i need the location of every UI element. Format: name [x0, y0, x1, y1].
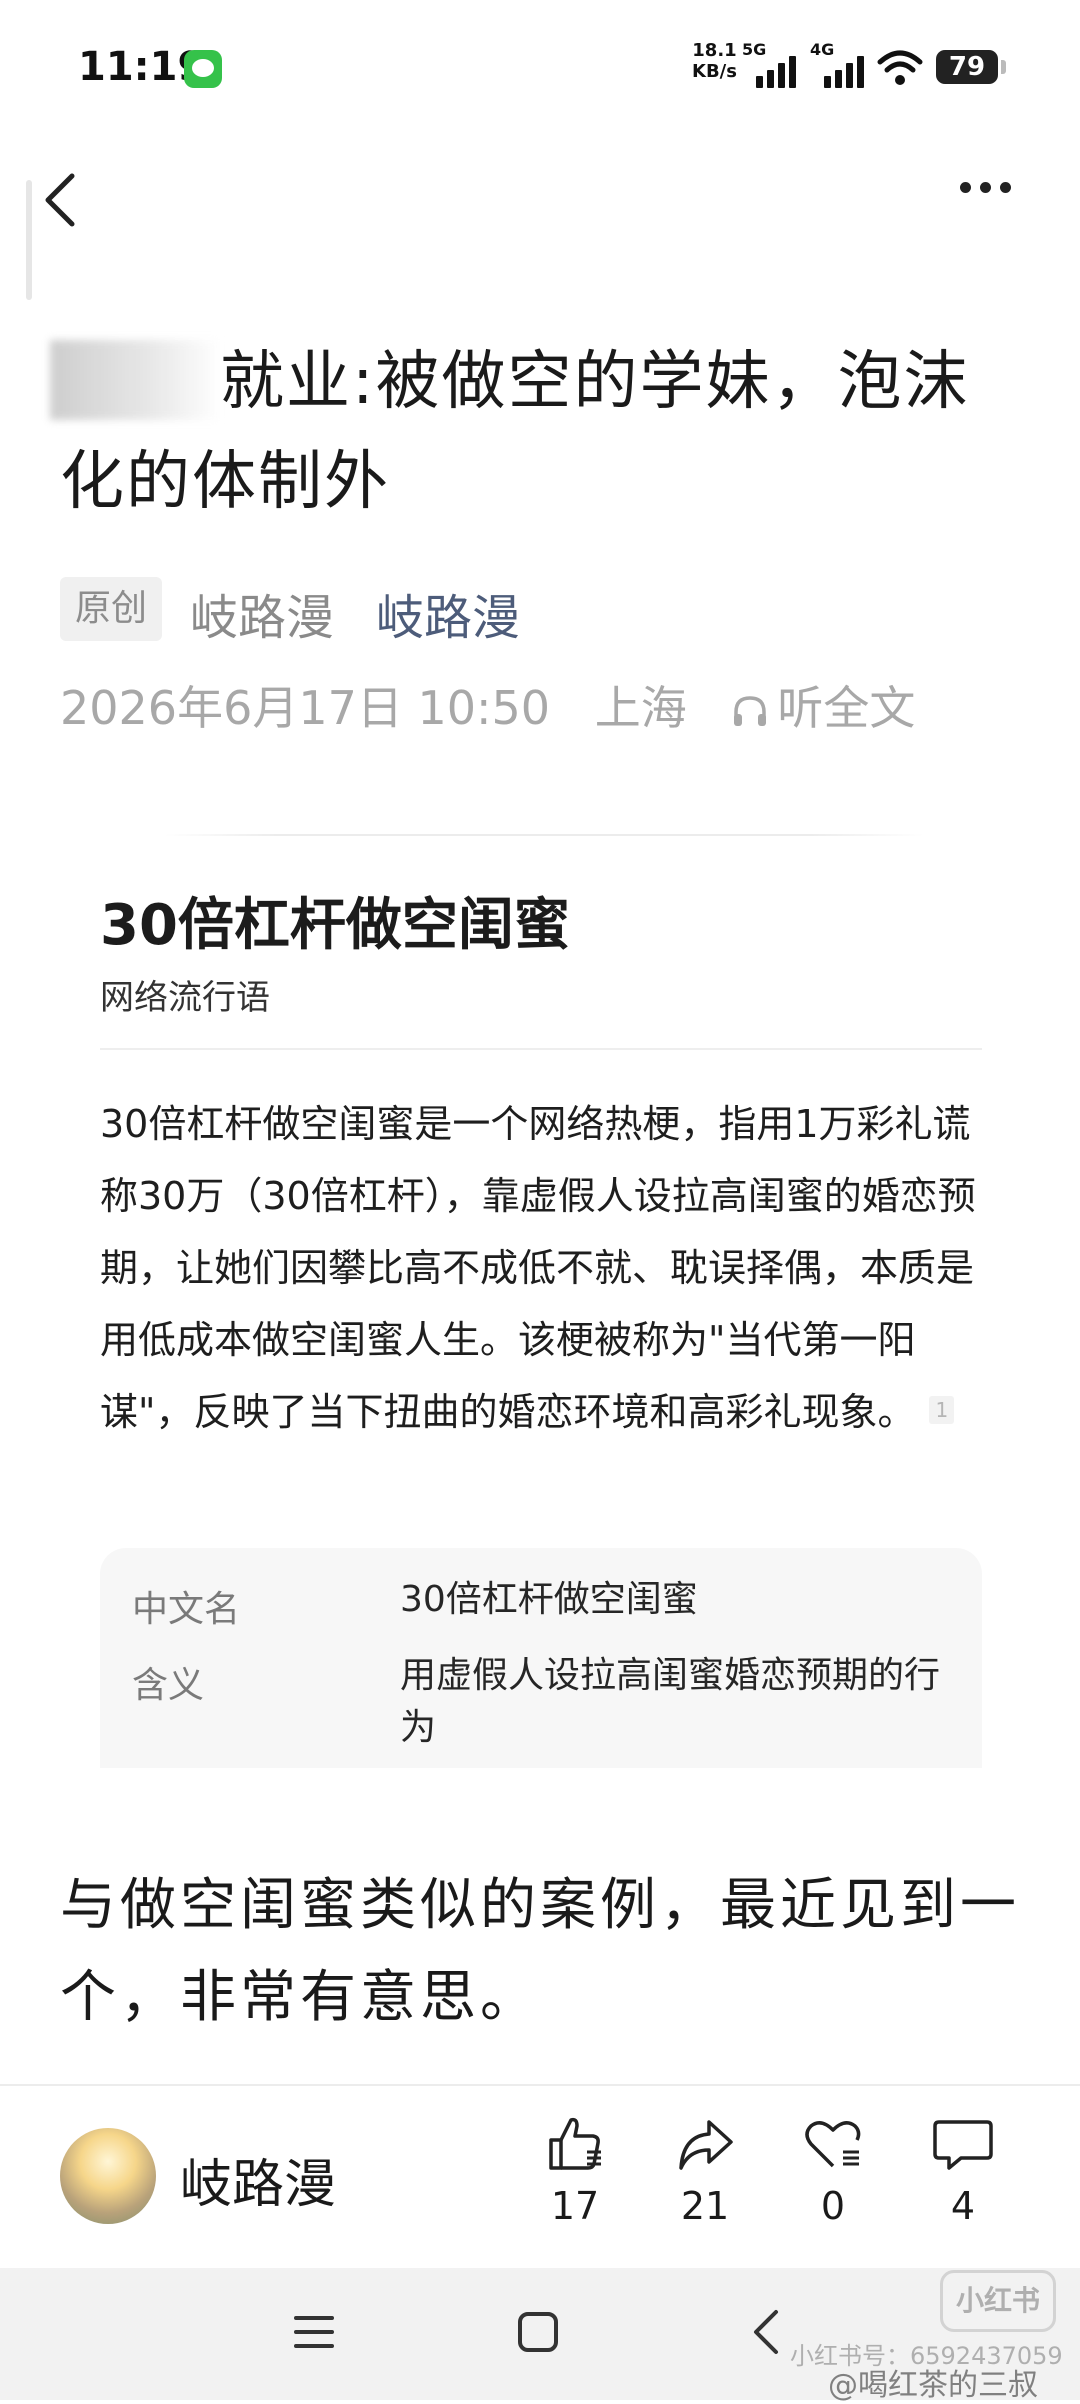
menu-icon — [294, 2316, 334, 2348]
battery-indicator: 79 — [936, 50, 1006, 84]
listen-label: 听全文 — [777, 681, 916, 735]
wifi-icon — [877, 50, 923, 85]
share-count: 21 — [680, 2184, 730, 2228]
baike-description-text: 30倍杠杆做空闺蜜是一个网络热梗，指用1万彩礼谎称30万（30倍杠杆），靠虚假人… — [100, 1102, 976, 1434]
account-link[interactable]: 岐路漫 — [376, 578, 520, 648]
signal-strength-icon-2 — [824, 54, 864, 88]
listen-button[interactable]: 听全文 — [731, 681, 915, 735]
avatar[interactable] — [60, 2128, 156, 2224]
back-nav-button[interactable] — [748, 2306, 784, 2362]
article-meta: 2026年6月17日 10:50 上海 听全文 — [60, 672, 945, 738]
chevron-left-icon — [45, 173, 75, 227]
home-square-icon — [518, 2312, 558, 2352]
like-button[interactable]: 17 — [530, 2112, 620, 2228]
original-badge: 原创 — [60, 577, 162, 641]
infobox-value: 30倍杠杆做空闺蜜 — [400, 1579, 698, 1620]
headphone-icon — [734, 696, 767, 726]
network-speed: 18.1 KB/s — [692, 40, 737, 82]
reference-marker[interactable]: 1 — [929, 1396, 955, 1424]
comment-count: 4 — [950, 2184, 976, 2228]
chevron-left-icon — [754, 2310, 778, 2354]
article-title: 就业:被做空的学妹，泡沫化的体制外 — [60, 332, 1020, 532]
baike-infobox: 中文名 30倍杠杆做空闺蜜 含义 用虚假人设拉高闺蜜婚恋预期的行为 — [100, 1548, 982, 1768]
publish-location: 上海 — [594, 681, 687, 735]
infobox-key: 中文名 — [132, 1589, 241, 1630]
comment-button[interactable]: 4 — [918, 2112, 1008, 2228]
network-speed-value: 18.1 — [692, 40, 737, 61]
share-button[interactable]: 21 — [660, 2112, 750, 2228]
signal-strength-icon — [756, 54, 796, 88]
like-count: 17 — [550, 2184, 600, 2228]
body-paragraph: 与做空闺蜜类似的案例，最近见到一个，非常有意思。 — [60, 1873, 1020, 2030]
scroll-indicator — [26, 180, 32, 300]
weibo-watermark: @喝红茶的三叔 — [828, 2368, 1038, 2403]
action-bar-author-name[interactable]: 岐路漫 — [180, 2142, 336, 2217]
back-button[interactable] — [40, 170, 90, 230]
author-name: 岐路漫 — [190, 590, 335, 646]
share-icon — [679, 2120, 733, 2170]
menu-nav-button[interactable] — [292, 2310, 336, 2358]
xiaohongshu-watermark: 小红书 — [940, 2270, 1056, 2332]
baike-card-title[interactable]: 30倍杠杆做空闺蜜 — [100, 880, 570, 961]
thumbs-up-icon — [549, 2117, 601, 2170]
article-title-text: 就业:被做空的学妹，泡沫化的体制外 — [60, 345, 970, 519]
publish-date: 2026年6月17日 10:50 — [60, 681, 551, 735]
more-horizontal-icon — [960, 182, 971, 193]
home-nav-button[interactable] — [516, 2310, 560, 2358]
favorite-count: 0 — [820, 2184, 846, 2228]
baike-card-divider — [100, 1048, 982, 1050]
network-speed-unit: KB/s — [692, 61, 737, 82]
heart-icon — [805, 2121, 861, 2168]
baike-card-subtitle: 网络流行语 — [100, 978, 270, 1018]
favorite-button[interactable]: 0 — [788, 2112, 878, 2228]
divider — [164, 834, 924, 836]
infobox-value: 用虚假人设拉高闺蜜婚恋预期的行为 — [400, 1655, 941, 1748]
comment-icon — [933, 2120, 993, 2170]
infobox-key: 含义 — [132, 1665, 205, 1706]
baike-card-description: 30倍杠杆做空闺蜜是一个网络热梗，指用1万彩礼谎称30万（30倍杠杆），靠虚假人… — [100, 1088, 982, 1448]
more-options-button[interactable] — [960, 178, 1030, 218]
message-notification-icon — [184, 50, 222, 88]
